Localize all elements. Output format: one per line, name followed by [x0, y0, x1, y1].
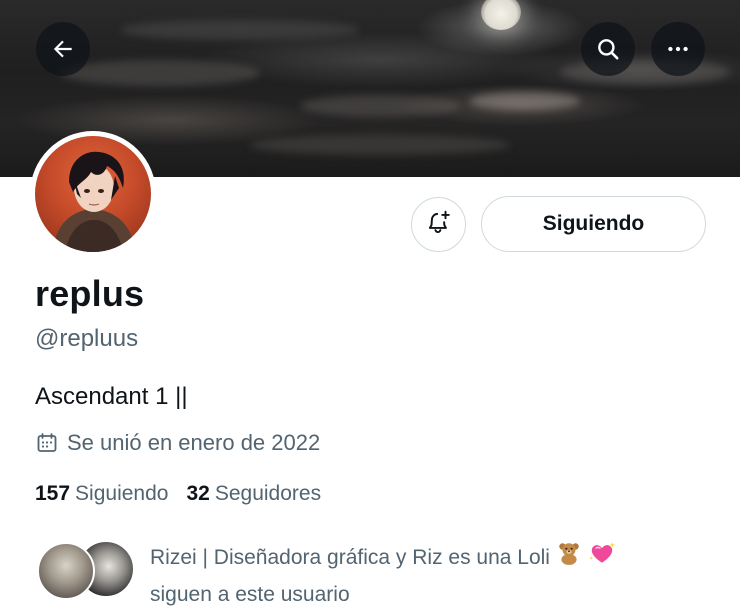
banner-cloud — [250, 135, 510, 155]
profile-avatar[interactable] — [30, 131, 156, 257]
notifications-button[interactable] — [411, 197, 466, 252]
following-label: Siguiendo — [75, 482, 169, 505]
followers-you-know-names: Rizei | Diseñadora gráfica y Riz es una … — [150, 546, 550, 570]
more-icon — [665, 36, 691, 62]
follow-stats: 157 Siguiendo 32 Seguidores — [35, 482, 321, 506]
followers-you-know-suffix: siguen a este usuario — [150, 583, 350, 606]
sparkling-heart-icon — [588, 540, 616, 577]
followers-you-know[interactable]: Rizei | Diseñadora gráfica y Riz es una … — [37, 540, 737, 606]
display-name: replus — [35, 273, 145, 314]
banner-cloud — [300, 95, 460, 117]
join-date-text: Se unió en enero de 2022 — [67, 430, 321, 455]
search-icon — [595, 36, 621, 62]
more-options-button[interactable] — [651, 22, 705, 76]
search-button[interactable] — [581, 22, 635, 76]
banner-cloud — [60, 60, 260, 86]
bell-plus-icon — [426, 209, 452, 240]
followers-label: Seguidores — [214, 482, 322, 505]
followers-you-know-text: Rizei | Diseñadora gráfica y Riz es una … — [150, 540, 730, 608]
following-count: 157 — [35, 482, 71, 505]
back-button[interactable] — [36, 22, 90, 76]
followers-link[interactable]: 32 Seguidores — [186, 482, 321, 506]
calendar-icon — [35, 431, 59, 455]
following-link[interactable]: 157 Siguiendo — [35, 482, 168, 506]
banner-cloud — [120, 20, 360, 40]
followers-count: 32 — [186, 482, 210, 505]
teddy-bear-icon — [556, 540, 582, 577]
profile-bio: Ascendant 1 || — [35, 383, 188, 410]
banner-moon — [481, 0, 521, 30]
banner-cloud — [470, 92, 580, 110]
follower-avatar — [37, 542, 95, 600]
following-button[interactable]: Siguiendo — [481, 196, 706, 252]
user-handle: @repluus — [35, 325, 139, 352]
avatar-image — [35, 136, 151, 252]
join-date: Se unió en enero de 2022 — [35, 430, 320, 456]
back-arrow-icon — [50, 36, 76, 62]
